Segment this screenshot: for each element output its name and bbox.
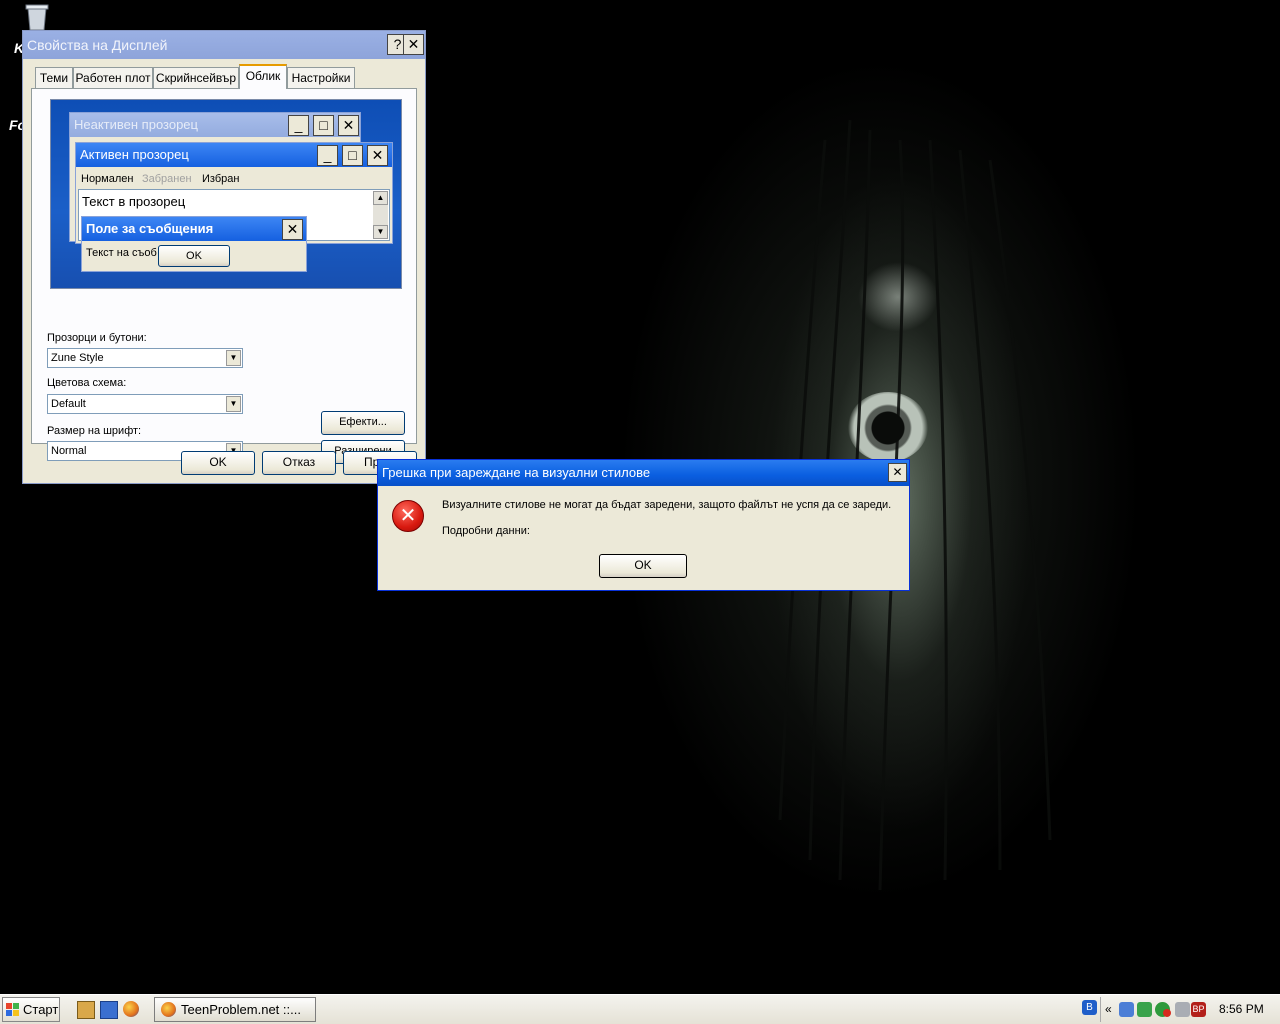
close-button[interactable]: ✕ bbox=[888, 463, 907, 482]
preview-close-icon: ✕ bbox=[282, 219, 303, 240]
font-size-label: Размер на шрифт: bbox=[47, 425, 142, 437]
appearance-preview: Неактивен прозорец _ □ ✕ Активен прозоре… bbox=[50, 99, 402, 289]
clock[interactable]: 8:56 PM bbox=[1219, 997, 1264, 1022]
preview-scrollbar: ▲ ▼ bbox=[373, 191, 388, 239]
color-scheme-label: Цветова схема: bbox=[47, 377, 127, 389]
error-icon: ✕ bbox=[392, 500, 424, 532]
taskbar: Старт TeenProblem.net ::... B « BP 8:56 … bbox=[0, 994, 1280, 1024]
preview-maximize-icon: □ bbox=[313, 115, 334, 136]
firefox-icon[interactable] bbox=[123, 1001, 139, 1017]
windows-buttons-value: Zune Style bbox=[51, 352, 104, 364]
preview-menu-selected: Избран bbox=[202, 173, 240, 185]
tab-settings[interactable]: Настройки bbox=[287, 67, 355, 88]
scroll-down-icon: ▼ bbox=[373, 225, 388, 239]
error-ok-button[interactable]: OK bbox=[599, 554, 687, 578]
display-properties-window: Свойства на Дисплей ? ✕ Теми Работен пло… bbox=[22, 30, 426, 484]
windows-logo-icon bbox=[6, 1003, 19, 1016]
close-button[interactable]: ✕ bbox=[403, 34, 424, 55]
error-dialog-title: Грешка при зареждане на визуални стилове bbox=[382, 465, 651, 480]
preview-menu-disabled: Забранен bbox=[142, 173, 192, 185]
preview-message-box: Поле за съобщения ✕ Текст на съоб OK bbox=[81, 216, 307, 272]
taskbar-item-label: TeenProblem.net ::... bbox=[181, 1002, 301, 1017]
window-title: Свойства на Дисплей bbox=[27, 37, 168, 53]
bluetooth-icon[interactable]: B bbox=[1082, 1000, 1097, 1015]
appearance-panel: Неактивен прозорец _ □ ✕ Активен прозоре… bbox=[31, 88, 417, 464]
scroll-up-icon: ▲ bbox=[373, 191, 388, 205]
preview-close-icon: ✕ bbox=[367, 145, 388, 166]
color-scheme-select[interactable]: Default ▼ bbox=[47, 394, 243, 414]
windows-buttons-label: Прозорци и бутони: bbox=[47, 332, 147, 344]
security-icon[interactable] bbox=[1137, 1002, 1152, 1017]
computer-icon[interactable] bbox=[100, 1001, 118, 1019]
show-desktop-icon[interactable] bbox=[77, 1001, 95, 1019]
error-dialog: Грешка при зареждане на визуални стилове… bbox=[377, 459, 910, 591]
chevron-down-icon[interactable]: ▼ bbox=[226, 350, 241, 366]
network-icon[interactable] bbox=[1119, 1002, 1134, 1017]
error-message: Визуалните стилове не могат да бъдат зар… bbox=[442, 499, 892, 511]
ok-button[interactable]: OK bbox=[181, 451, 255, 475]
system-tray: « BP 8:56 PM bbox=[1100, 997, 1278, 1022]
preview-minimize-icon: _ bbox=[288, 115, 309, 136]
preview-ok-button: OK bbox=[158, 245, 230, 267]
recycle-bin-icon[interactable] bbox=[22, 2, 52, 32]
preview-window-text: Текст в прозорец bbox=[82, 194, 186, 209]
taskbar-item-firefox[interactable]: TeenProblem.net ::... bbox=[154, 997, 316, 1022]
start-label: Старт bbox=[23, 1002, 59, 1017]
cancel-button[interactable]: Отказ bbox=[262, 451, 336, 475]
font-size-value: Normal bbox=[51, 445, 87, 457]
preview-maximize-icon: □ bbox=[342, 145, 363, 166]
bp-tray-icon[interactable]: BP bbox=[1191, 1002, 1206, 1017]
color-scheme-value: Default bbox=[51, 398, 86, 410]
preview-close-icon: ✕ bbox=[338, 115, 359, 136]
details-label: Подробни данни: bbox=[442, 525, 530, 537]
preview-minimize-icon: _ bbox=[317, 145, 338, 166]
tab-appearance[interactable]: Облик bbox=[239, 64, 287, 89]
start-button[interactable]: Старт bbox=[2, 997, 60, 1022]
tab-screensaver[interactable]: Скрийнсейвър bbox=[153, 67, 239, 88]
firefox-icon bbox=[161, 1002, 176, 1017]
tab-themes[interactable]: Теми bbox=[35, 67, 73, 88]
preview-msgbox-title: Поле за съобщения bbox=[82, 217, 306, 241]
display-properties-titlebar[interactable]: Свойства на Дисплей bbox=[23, 31, 425, 59]
preview-msgbox-text: Текст на съоб bbox=[86, 247, 157, 259]
preview-menu-normal: Нормален bbox=[81, 173, 134, 185]
tray-expand-icon[interactable]: « bbox=[1105, 997, 1112, 1022]
tab-desktop[interactable]: Работен плот bbox=[73, 67, 153, 88]
volume-icon[interactable] bbox=[1175, 1002, 1190, 1017]
error-dialog-titlebar[interactable]: Грешка при зареждане на визуални стилове bbox=[378, 460, 909, 486]
effects-button[interactable]: Ефекти... bbox=[321, 411, 405, 435]
windows-buttons-select[interactable]: Zune Style ▼ bbox=[47, 348, 243, 368]
blocked-status-icon bbox=[1163, 1009, 1171, 1017]
chevron-down-icon[interactable]: ▼ bbox=[226, 396, 241, 412]
